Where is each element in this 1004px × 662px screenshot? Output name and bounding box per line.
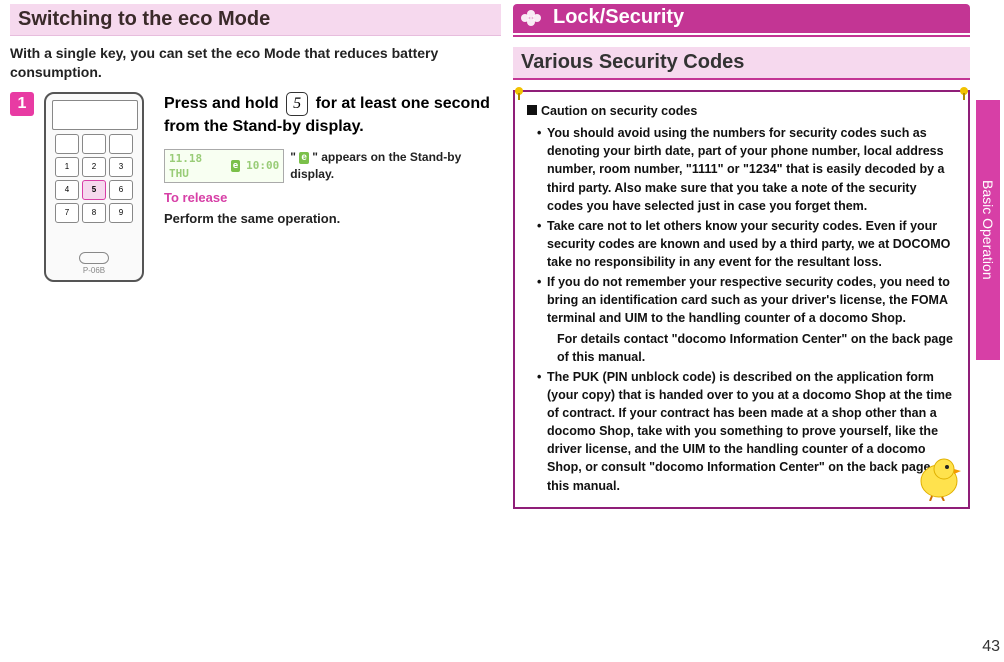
page-number: 43 bbox=[982, 638, 1000, 656]
pushpin-icon bbox=[956, 86, 972, 102]
key-3: 3 bbox=[109, 157, 133, 177]
phone-body: 1 2 3 4 5 6 7 8 9 P-06B bbox=[44, 92, 144, 282]
step-instruction: Press and hold 5 for at least one second… bbox=[164, 92, 501, 282]
note-suffix: " appears on the Stand-by display. bbox=[290, 150, 461, 181]
key-9: 9 bbox=[109, 203, 133, 223]
key-1: 1 bbox=[55, 157, 79, 177]
caution-box: Caution on security codes You should avo… bbox=[513, 90, 970, 509]
to-release-text: Perform the same operation. bbox=[164, 210, 501, 228]
key-5-icon: 5 bbox=[286, 92, 308, 116]
flower-icon bbox=[519, 8, 543, 28]
eco-icon: e bbox=[231, 160, 240, 173]
caution-item: Take care not to let others know your se… bbox=[537, 217, 956, 271]
key-6: 6 bbox=[109, 180, 133, 200]
topic-heading-eco: Switching to the eco Mode bbox=[10, 4, 501, 36]
step-text-prefix: Press and hold bbox=[164, 95, 283, 112]
key-8: 8 bbox=[82, 203, 106, 223]
to-release-heading: To release bbox=[164, 189, 501, 207]
phone-illustration: 1 2 3 4 5 6 7 8 9 P-06B bbox=[44, 92, 154, 282]
key-7: 7 bbox=[55, 203, 79, 223]
key-2: 2 bbox=[82, 157, 106, 177]
left-column: Switching to the eco Mode With a single … bbox=[0, 0, 507, 662]
side-tab-label: Basic Operation bbox=[976, 100, 1000, 360]
eco-icon-inline: e bbox=[299, 152, 309, 164]
lcd-date: 11.18 THU bbox=[169, 151, 225, 182]
sub-heading-security-codes: Various Security Codes bbox=[513, 47, 970, 80]
chick-mascot-icon bbox=[914, 451, 964, 501]
phone-hinge bbox=[79, 252, 109, 264]
note-prefix: " bbox=[290, 150, 299, 164]
caution-heading: Caution on security codes bbox=[527, 102, 956, 120]
standby-display-sample: 11.18 THU e 10:00 " e " appears on the S… bbox=[164, 149, 501, 184]
manual-page: Switching to the eco Mode With a single … bbox=[0, 0, 1004, 662]
lcd-time: 10:00 bbox=[246, 158, 279, 173]
step-row: 1 1 2 3 4 5 6 7 8 bbox=[10, 92, 501, 282]
phone-key bbox=[82, 134, 106, 154]
section-title-bar: Lock/Security bbox=[513, 4, 970, 33]
phone-screen bbox=[52, 100, 138, 130]
lead-text: With a single key, you can set the eco M… bbox=[10, 44, 501, 82]
caution-item-extra: For details contact "docomo Information … bbox=[547, 330, 956, 366]
step-number-badge: 1 bbox=[10, 92, 34, 116]
lcd-readout: 11.18 THU e 10:00 bbox=[164, 149, 284, 184]
section-underline bbox=[513, 35, 970, 37]
caution-item: You should avoid using the numbers for s… bbox=[537, 124, 956, 215]
section-title-text: Lock/Security bbox=[553, 6, 684, 28]
caution-list: You should avoid using the numbers for s… bbox=[527, 124, 956, 495]
key-5-highlight: 5 bbox=[82, 180, 106, 200]
phone-key bbox=[55, 134, 79, 154]
key-4: 4 bbox=[55, 180, 79, 200]
icon-appears-note: " e " appears on the Stand-by display. bbox=[290, 149, 501, 183]
caution-heading-text: Caution on security codes bbox=[541, 104, 697, 118]
square-bullet-icon bbox=[527, 105, 537, 115]
phone-keypad: 1 2 3 4 5 6 7 8 9 bbox=[52, 134, 136, 246]
side-tab: Basic Operation 43 bbox=[976, 0, 1004, 662]
right-column: Lock/Security Various Security Codes Cau… bbox=[507, 0, 1004, 662]
pushpin-icon bbox=[511, 86, 527, 102]
caution-item: If you do not remember your respective s… bbox=[537, 273, 956, 366]
phone-model-label: P-06B bbox=[52, 266, 136, 275]
phone-key bbox=[109, 134, 133, 154]
caution-item: The PUK (PIN unblock code) is described … bbox=[537, 368, 956, 495]
caution-item-text: If you do not remember your respective s… bbox=[547, 275, 950, 325]
